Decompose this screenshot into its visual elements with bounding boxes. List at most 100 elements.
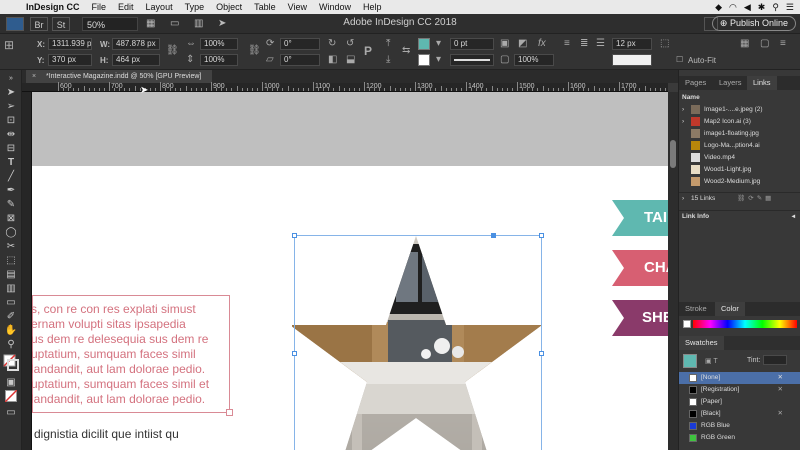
ellipse-tool-icon[interactable]: ◯	[3, 226, 19, 239]
height-field[interactable]: 464 px	[112, 54, 160, 66]
links-actions-icon[interactable]: ⛓⟳✎▦	[737, 193, 774, 205]
collapse-tools-icon[interactable]: »	[3, 72, 19, 85]
spotlight-icon[interactable]: ⚲	[772, 2, 779, 13]
link-scale-icon[interactable]: ⛓	[248, 46, 261, 56]
publish-online-button[interactable]: ⊕ Publish Online	[711, 16, 796, 31]
menu-app[interactable]: InDesign CC	[20, 2, 86, 12]
wifi-icon[interactable]: ◠	[729, 2, 737, 13]
align-center-icon[interactable]: ≣	[580, 39, 588, 49]
tint-field[interactable]	[763, 355, 787, 365]
y-position-field[interactable]: 370 px	[48, 54, 92, 66]
flip-h-icon[interactable]: ◧	[328, 55, 337, 65]
free-transform-tool-icon[interactable]: ⬚	[3, 254, 19, 267]
stroke-type-field[interactable]	[450, 54, 494, 66]
stroke-swatch[interactable]	[418, 54, 430, 66]
pen-tool-icon[interactable]: ✒	[3, 184, 19, 197]
line-tool-icon[interactable]: ╱	[3, 170, 19, 183]
scissors-tool-icon[interactable]: ✂	[3, 240, 19, 253]
rotation-field[interactable]: 0°	[280, 38, 320, 50]
link-item[interactable]: Logo-Ma...ption4.ai	[679, 140, 800, 152]
menu-edit[interactable]: Edit	[112, 2, 140, 12]
rectangle-frame-tool-icon[interactable]: ⊠	[3, 212, 19, 225]
note-tool-icon[interactable]: ▭	[3, 296, 19, 309]
apply-none-icon[interactable]	[3, 389, 19, 403]
fill-stroke-proxy-icon[interactable]	[3, 354, 19, 372]
link-info-toggle-icon[interactable]: ◂	[792, 211, 795, 223]
select-container-icon[interactable]: ⤒	[386, 39, 390, 49]
size-field[interactable]: 12 px	[612, 38, 652, 50]
text-frame[interactable]: s, con re con res explati simust ernam v…	[32, 295, 233, 416]
expand-icon[interactable]: ›	[682, 104, 684, 116]
document-tab[interactable]: × *Interactive Magazine.indd @ 50% [GPU …	[26, 70, 212, 83]
menu-file[interactable]: File	[86, 2, 113, 12]
fill-swatch[interactable]	[418, 38, 430, 50]
swatch-row[interactable]: [Paper]	[679, 396, 800, 408]
hand-tool-icon[interactable]: ✋	[3, 324, 19, 337]
swatch-fill-proxy[interactable]	[683, 354, 697, 368]
gap-tool-icon[interactable]: ⇹	[3, 128, 19, 141]
fitting-icon[interactable]: ⬚	[660, 39, 669, 49]
flip-v-icon[interactable]: ⬓	[346, 55, 355, 65]
swatch-row[interactable]: RGB Green	[679, 432, 800, 444]
fill-arrow-icon[interactable]: ▾	[436, 39, 441, 49]
shear-field[interactable]: 0°	[280, 54, 320, 66]
volume-icon[interactable]: ◀	[744, 2, 751, 13]
swatch-row[interactable]: RGB Blue	[679, 420, 800, 432]
select-next-icon[interactable]: ⇆	[402, 46, 410, 56]
eyedropper-tool-icon[interactable]: ✐	[3, 310, 19, 323]
stroke-arrow-icon[interactable]: ▾	[436, 55, 441, 65]
direct-selection-tool-icon[interactable]: ➢	[3, 100, 19, 113]
screen-mode-icon[interactable]: ▭	[3, 406, 19, 419]
expand-icon[interactable]: ›	[682, 116, 684, 128]
menu-help[interactable]: Help	[357, 2, 388, 12]
pasteboard[interactable]	[32, 92, 668, 166]
frame-icon[interactable]: ▢	[760, 39, 769, 49]
page-tool-icon[interactable]: ⊡	[3, 114, 19, 127]
effects-icon[interactable]: ▣	[500, 39, 509, 49]
menu-object[interactable]: Object	[210, 2, 248, 12]
menu-table[interactable]: Table	[248, 2, 282, 12]
out-port-handle[interactable]	[226, 409, 233, 416]
menu-window[interactable]: Window	[313, 2, 357, 12]
swatch-mode-icon[interactable]: ▣ T	[705, 357, 718, 365]
close-tab-icon[interactable]: ×	[32, 70, 36, 83]
links-footer-arrow-icon[interactable]: ›	[682, 193, 684, 205]
vertical-scrollbar[interactable]	[668, 92, 678, 450]
scrollbar-thumb[interactable]	[670, 140, 676, 168]
content-grabber[interactable]	[491, 233, 496, 238]
menu-view[interactable]: View	[282, 2, 313, 12]
x-position-field[interactable]: 1311.939 px	[48, 38, 92, 50]
link-item[interactable]: Video.mp4	[679, 152, 800, 164]
select-content-icon[interactable]: ⤓	[386, 55, 390, 65]
color-spectrum-ramp[interactable]	[693, 320, 797, 328]
zoom-tool-icon[interactable]: ⚲	[3, 338, 19, 351]
scale-y-field[interactable]: 100%	[200, 54, 238, 66]
resize-handle[interactable]	[539, 351, 544, 356]
auto-fit-checkbox-icon[interactable]: ☐	[676, 55, 683, 65]
tab-links[interactable]: Links	[747, 76, 777, 90]
link-item[interactable]: Wood2-Medium.jpg	[679, 176, 800, 188]
horizontal-ruler[interactable]: 600 700 800 900 1000 1100 1200 1300 1400 1500 1600…	[22, 82, 668, 92]
fx-icon[interactable]: fx	[538, 39, 546, 49]
rotate-ccw-icon[interactable]: ↺	[346, 39, 354, 49]
formatting-affects-container-icon[interactable]: ▣	[3, 376, 19, 389]
resize-handle[interactable]	[539, 233, 544, 238]
width-field[interactable]: 487.878 px	[112, 38, 160, 50]
menu-list-icon[interactable]: ☰	[786, 2, 794, 13]
gradient-swatch-tool-icon[interactable]: ▤	[3, 268, 19, 281]
link-item[interactable]: image1-floating.jpg	[679, 128, 800, 140]
link-item[interactable]: Wood1-Light.jpg	[679, 164, 800, 176]
text-wrap-field[interactable]	[612, 54, 652, 66]
swatch-row[interactable]: [Black] ✕	[679, 408, 800, 420]
document-page[interactable]: s, con re con res explati simust ernam v…	[32, 166, 668, 450]
opacity-field[interactable]: 100%	[514, 54, 554, 66]
selection-tool-icon[interactable]: ➤	[3, 86, 19, 99]
gradient-feather-tool-icon[interactable]: ▥	[3, 282, 19, 295]
tab-layers[interactable]: Layers	[713, 76, 748, 90]
align-left-icon[interactable]: ≡	[564, 39, 570, 49]
bluetooth-icon[interactable]: ✱	[758, 2, 766, 13]
dropbox-icon[interactable]: ◆	[715, 2, 722, 13]
tab-color[interactable]: Color	[715, 302, 745, 316]
swatches-title[interactable]: Swatches	[679, 336, 724, 350]
panel-menu-icon[interactable]: ≡	[780, 39, 786, 49]
